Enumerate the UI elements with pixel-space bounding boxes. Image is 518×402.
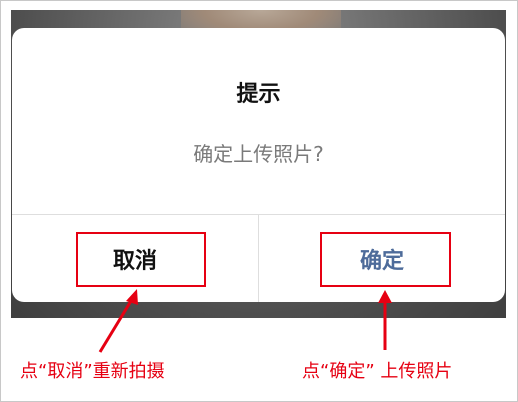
confirm-highlight-box xyxy=(320,232,451,287)
dialog-message: 确定上传照片? xyxy=(193,142,324,166)
cancel-caption: 点“取消”重新拍摄 xyxy=(20,361,165,382)
dialog-title: 提示 xyxy=(236,82,281,107)
confirm-caption: 点“确定” 上传照片 xyxy=(302,361,453,382)
cancel-highlight-box xyxy=(76,232,206,287)
